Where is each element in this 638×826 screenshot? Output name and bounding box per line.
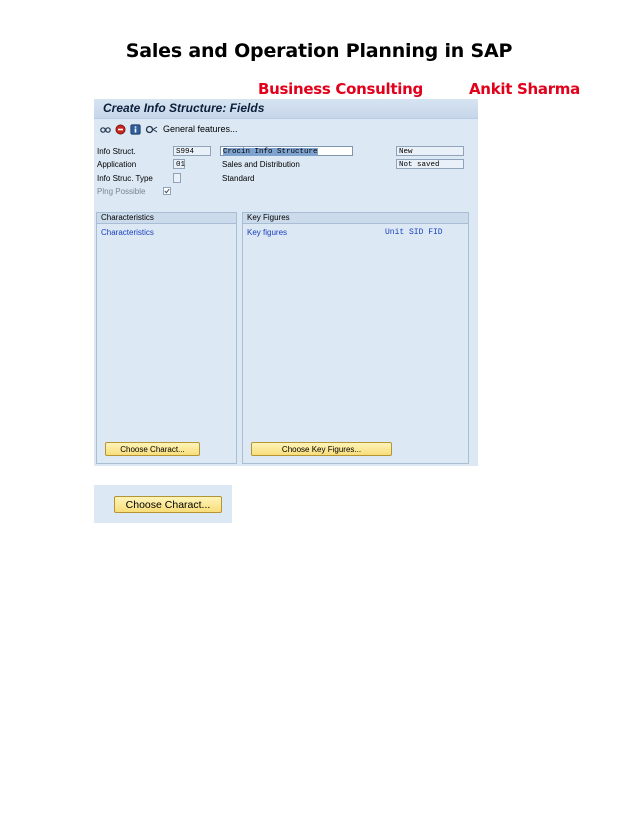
application-label: Application (97, 160, 137, 169)
info-struc-type-description: Standard (222, 174, 255, 183)
characteristics-column-header[interactable]: Characteristics (101, 228, 154, 237)
subtitle-business-consulting: Business Consulting (258, 80, 423, 98)
plng-possible-label: Plng Possible (97, 187, 146, 196)
choose-key-figures-button[interactable]: Choose Key Figures... (251, 442, 392, 456)
characteristics-panel: Characteristics Characteristics Choose C… (96, 212, 237, 464)
save-status-field: Not saved (396, 159, 464, 169)
key-figures-panel: Key Figures Key figures Unit SID FID Cho… (242, 212, 469, 464)
unit-sid-fid-column-header[interactable]: Unit SID FID (385, 228, 443, 237)
plng-possible-checkbox[interactable] (163, 187, 171, 195)
sap-screen-title: Create Info Structure: Fields (103, 101, 265, 115)
info-struct-status-field: New (396, 146, 464, 156)
choose-charact-button[interactable]: Choose Charact... (105, 442, 200, 456)
sap-toolbar: General features... (94, 120, 478, 140)
document-title: Sales and Operation Planning in SAP (125, 40, 513, 62)
stop-icon[interactable] (115, 124, 126, 135)
info-struct-description-field[interactable]: Crocin Info Structure (220, 146, 353, 156)
key-figures-panel-header: Key Figures (243, 213, 468, 224)
sap-title-bar: Create Info Structure: Fields (94, 99, 478, 119)
info-struc-type-field[interactable] (173, 173, 181, 183)
subtitle-author: Ankit Sharma (469, 80, 580, 98)
general-features-button[interactable]: General features... (163, 124, 238, 134)
info-struct-description-text: Crocin Info Structure (223, 148, 318, 156)
glasses-icon[interactable] (100, 124, 111, 135)
info-struct-field[interactable]: S994 (173, 146, 211, 156)
key-figures-column-header[interactable]: Key figures (247, 228, 287, 237)
info-icon[interactable] (130, 124, 141, 135)
info-struc-type-label: Info Struc. Type (97, 174, 153, 183)
application-field[interactable]: 01 (173, 159, 185, 169)
application-description: Sales and Distribution (222, 160, 300, 169)
zoomed-button-area: Choose Charact... (94, 485, 232, 523)
sap-screen: Create Info Structure: Fields General fe… (94, 99, 478, 466)
characteristics-panel-header: Characteristics (97, 213, 236, 224)
settings-icon[interactable] (145, 124, 158, 135)
info-struct-label: Info Struct. (97, 147, 136, 156)
choose-charact-button-zoomed[interactable]: Choose Charact... (114, 496, 222, 513)
checkmark-icon (164, 188, 170, 194)
